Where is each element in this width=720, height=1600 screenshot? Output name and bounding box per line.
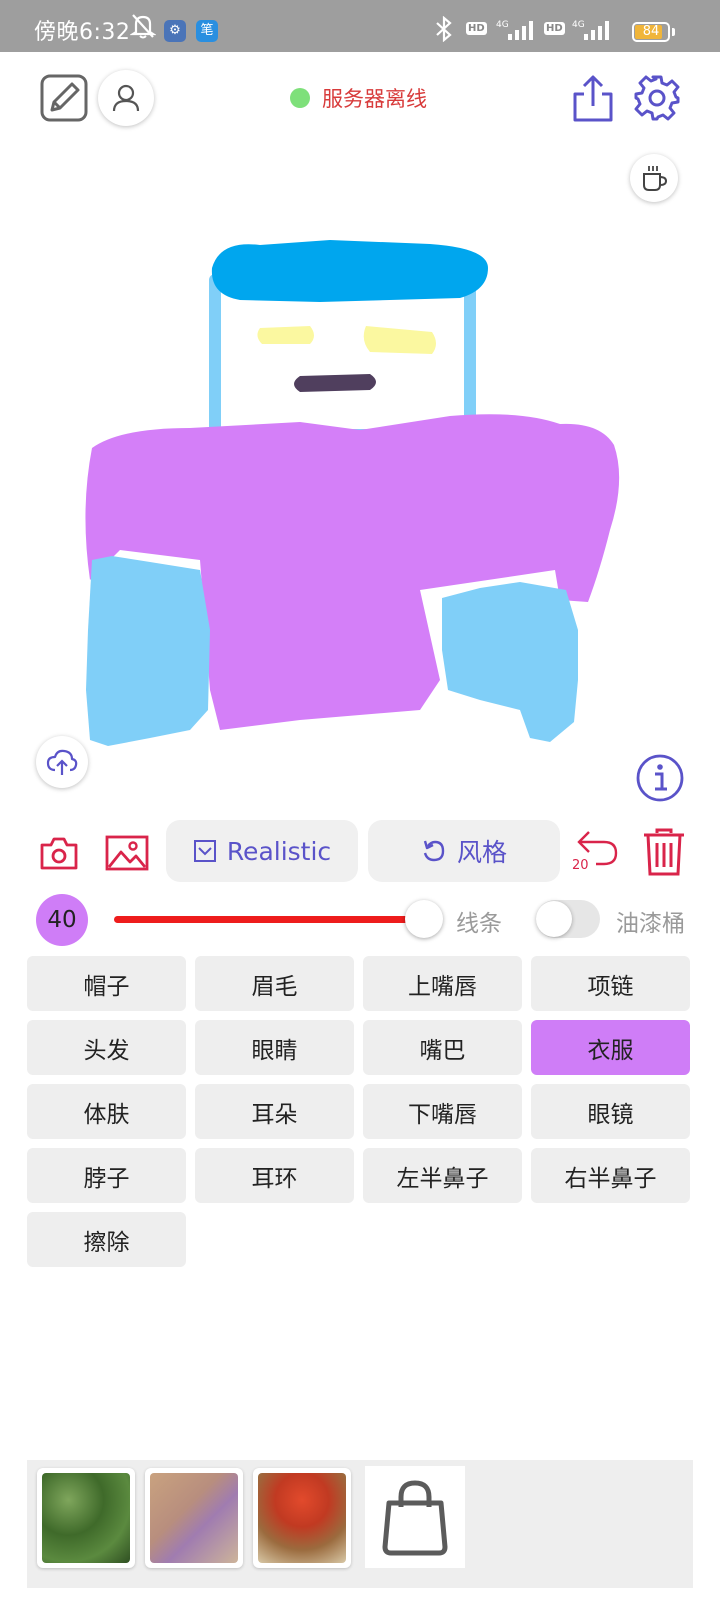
sketch-drawing (85, 240, 620, 746)
brush-size-badge: 40 (36, 894, 88, 946)
battery-icon: 84 (632, 22, 670, 42)
shopping-bag-icon (382, 1480, 448, 1556)
part-button[interactable]: 衣服 (531, 1020, 690, 1075)
info-button[interactable] (634, 752, 686, 804)
paint-bucket-label: 油漆桶 (616, 911, 685, 937)
battery-percent: 84 (642, 24, 660, 39)
paint-bucket-toggle[interactable] (536, 900, 600, 938)
part-button[interactable]: 耳朵 (195, 1084, 354, 1139)
battery-tip (672, 28, 675, 36)
result-thumbnail[interactable] (37, 1468, 135, 1568)
part-button[interactable]: 眼镜 (531, 1084, 690, 1139)
info-icon (636, 754, 684, 802)
donate-coffee-button[interactable] (630, 154, 678, 202)
svg-text:4G: 4G (496, 20, 509, 30)
svg-text:4G: 4G (572, 20, 585, 30)
right-eyebrow-stroke (363, 326, 436, 354)
status-bar: 傍晚6:32 ⚙ 笔 HD 4G HD 4G 84 (0, 0, 720, 52)
left-eyebrow-stroke (257, 326, 314, 344)
bluetooth-icon (432, 15, 456, 46)
part-button[interactable]: 眉毛 (195, 956, 354, 1011)
part-button[interactable]: 上嘴唇 (363, 956, 522, 1011)
thumbnail-image (42, 1473, 130, 1563)
status-dot (290, 88, 310, 108)
part-button[interactable]: 耳环 (195, 1148, 354, 1203)
share-icon (573, 75, 613, 122)
brush-size-slider-thumb[interactable] (404, 900, 443, 938)
camera-icon (40, 837, 78, 870)
style-button-label: 风格 (456, 838, 507, 867)
style-model-dropdown[interactable]: Realistic (166, 820, 358, 882)
result-thumbnail[interactable] (253, 1468, 351, 1568)
app-notification-icon: 笔 (196, 20, 218, 42)
part-button[interactable]: 头发 (27, 1020, 186, 1075)
signal-4g-icon: 4G (494, 18, 540, 48)
face-outline-stroke (209, 274, 476, 441)
signal-4g-icon-2: 4G (570, 18, 616, 48)
coffee-cup-icon (643, 166, 668, 191)
drawing-canvas[interactable] (0, 210, 720, 810)
hair-stroke (211, 240, 488, 302)
gallery-button[interactable] (104, 834, 150, 872)
image-icon (105, 835, 149, 871)
hd-icon: HD (466, 22, 487, 35)
user-profile-button[interactable] (98, 70, 154, 126)
part-button[interactable]: 嘴巴 (363, 1020, 522, 1075)
part-button[interactable]: 帽子 (27, 956, 186, 1011)
result-gallery (27, 1460, 693, 1588)
hd-icon-2: HD (544, 22, 565, 35)
part-button[interactable]: 体肤 (27, 1084, 186, 1139)
left-arm-stroke (86, 556, 210, 746)
part-button[interactable]: 擦除 (27, 1212, 186, 1267)
server-status: 服务器离线 (290, 86, 427, 111)
trash-icon (644, 828, 684, 876)
part-button[interactable]: 脖子 (27, 1148, 186, 1203)
gear-icon (634, 75, 680, 121)
result-thumbnail[interactable] (145, 1468, 243, 1568)
sketch-edit-button[interactable] (36, 70, 92, 126)
camera-button[interactable] (38, 834, 80, 872)
pencil-square-icon (40, 74, 88, 122)
line-mode-label: 线条 (456, 911, 502, 937)
cloud-upload-icon (46, 749, 78, 775)
right-arm-stroke (442, 582, 578, 742)
brush-size-slider[interactable] (114, 916, 432, 923)
settings-app-icon: ⚙ (164, 20, 186, 42)
status-time: 傍晚6:32 (34, 20, 131, 45)
style-button[interactable]: 风格 (368, 820, 560, 882)
part-button[interactable]: 项链 (531, 956, 690, 1011)
user-icon (112, 84, 140, 112)
part-button[interactable]: 下嘴唇 (363, 1084, 522, 1139)
shop-button[interactable] (365, 1466, 465, 1568)
settings-button[interactable] (632, 73, 682, 123)
part-button[interactable]: 左半鼻子 (363, 1148, 522, 1203)
cloud-upload-button[interactable] (36, 736, 88, 788)
part-button[interactable]: 右半鼻子 (531, 1148, 690, 1203)
toggle-knob (536, 901, 572, 937)
share-button[interactable] (570, 74, 616, 124)
mute-bell-icon (129, 12, 157, 44)
dropdown-box-icon (193, 840, 216, 862)
mouth-stroke (294, 374, 376, 392)
thumbnail-image (150, 1473, 238, 1563)
undo-count: 20 (572, 858, 589, 873)
server-status-text: 服务器离线 (322, 87, 427, 111)
parts-grid: 帽子 眉毛 上嘴唇 项链头发 眼睛 嘴巴 衣服体肤 耳朵 下嘴唇 眼镜脖子 耳环 左半鼻子 右半鼻子擦除 (27, 956, 693, 1267)
thumbnail-image (258, 1473, 346, 1563)
clear-canvas-button[interactable] (640, 826, 688, 878)
part-button[interactable]: 眼睛 (195, 1020, 354, 1075)
refresh-icon (423, 840, 445, 862)
style-model-label: Realistic (226, 836, 332, 866)
